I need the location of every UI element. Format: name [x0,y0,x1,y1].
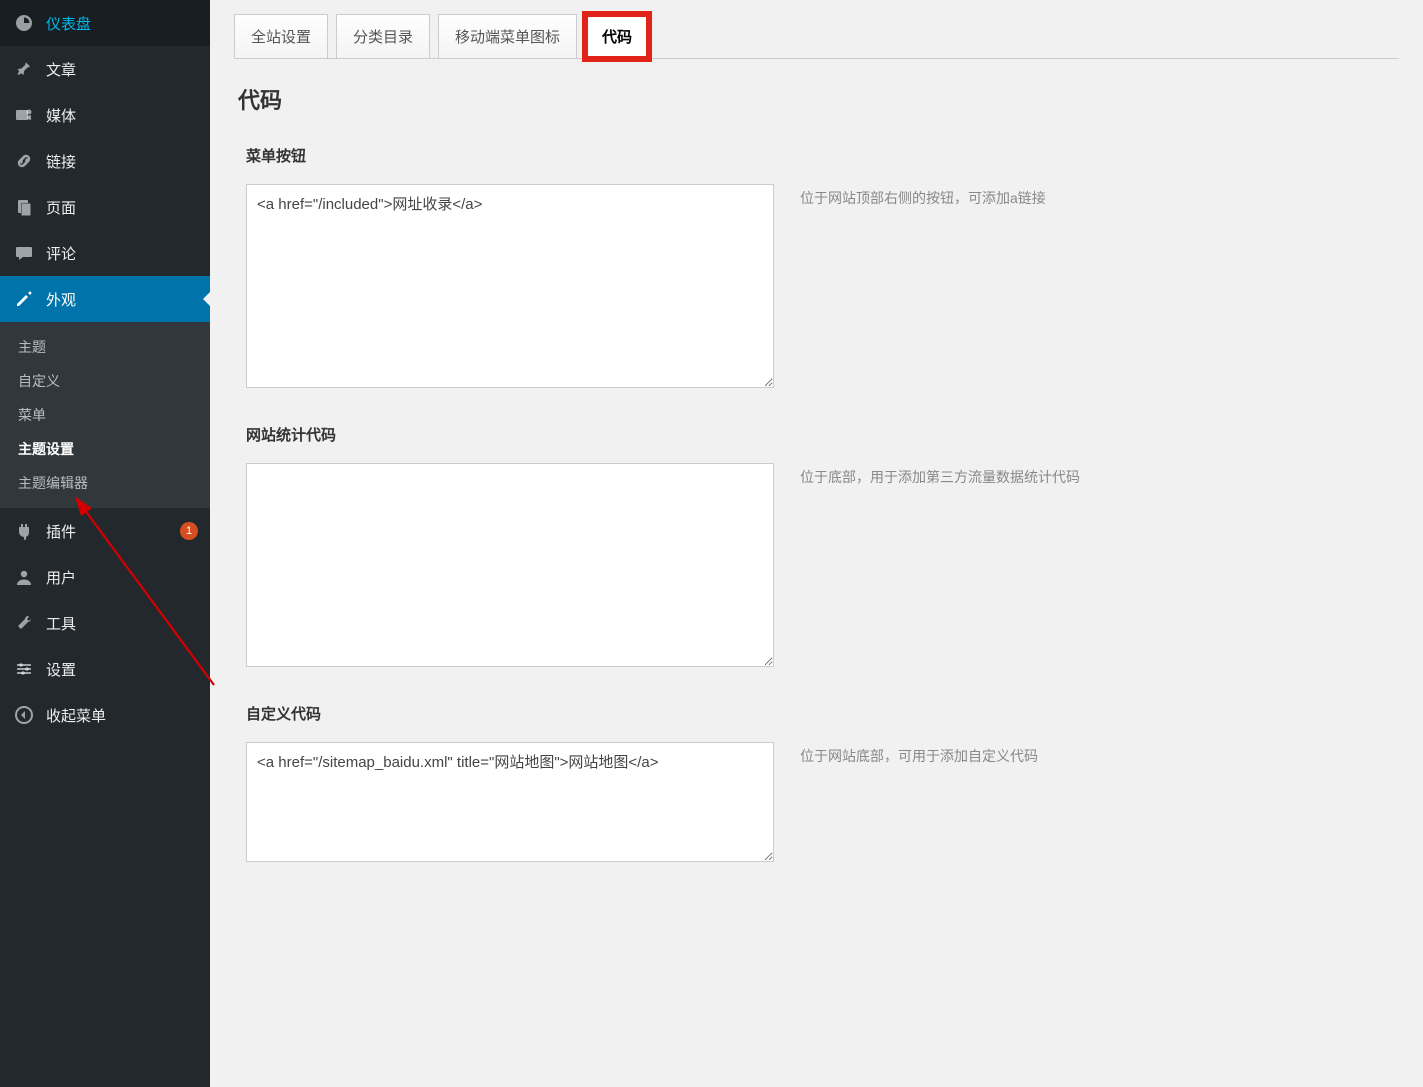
field-stats-code: 网站统计代码 位于底部，用于添加第三方流量数据统计代码 [246,424,1399,667]
sidebar-item-label: 收起菜单 [46,705,198,726]
submenu-item-theme-editor[interactable]: 主题编辑器 [0,466,210,500]
sidebar-item-settings[interactable]: 设置 [0,646,210,692]
sidebar-item-appearance[interactable]: 外观 [0,276,210,322]
page-title: 代码 [238,83,1399,115]
main-content: 全站设置 分类目录 移动端菜单图标 代码 代码 菜单按钮 位于网站顶部右侧的按钮… [210,0,1423,1087]
sidebar-item-plugins[interactable]: 插件 1 [0,508,210,554]
sidebar-item-label: 设置 [46,659,198,680]
sidebar-item-label: 评论 [46,243,198,264]
pin-icon [12,57,36,81]
media-icon [12,103,36,127]
submenu-item-theme-settings[interactable]: 主题设置 [0,432,210,466]
sidebar-item-label: 外观 [46,289,198,310]
tab-mobile-menu-icons[interactable]: 移动端菜单图标 [438,14,577,59]
field-help: 位于网站底部，可用于添加自定义代码 [800,742,1399,766]
sidebar-item-label: 文章 [46,59,198,80]
sidebar-item-label: 插件 [46,521,174,542]
field-menu-button: 菜单按钮 位于网站顶部右侧的按钮，可添加a链接 [246,145,1399,388]
sidebar-item-pages[interactable]: 页面 [0,184,210,230]
sidebar-item-label: 用户 [46,567,198,588]
dashboard-icon [12,11,36,35]
sidebar-item-label: 媒体 [46,105,198,126]
tools-icon [12,611,36,635]
submenu-item-customize[interactable]: 自定义 [0,364,210,398]
menu-button-textarea[interactable] [246,184,774,388]
comments-icon [12,241,36,265]
field-help: 位于底部，用于添加第三方流量数据统计代码 [800,463,1399,487]
sidebar-item-tools[interactable]: 工具 [0,600,210,646]
sidebar-item-collapse[interactable]: 收起菜单 [0,692,210,738]
field-help: 位于网站顶部右侧的按钮，可添加a链接 [800,184,1399,208]
field-label: 菜单按钮 [246,145,1399,166]
sidebar-item-label: 仪表盘 [46,13,198,34]
sidebar-item-users[interactable]: 用户 [0,554,210,600]
sidebar-item-dashboard[interactable]: 仪表盘 [0,0,210,46]
sidebar-item-label: 链接 [46,151,198,172]
appearance-icon [12,287,36,311]
sidebar-item-comments[interactable]: 评论 [0,230,210,276]
submenu-item-menus[interactable]: 菜单 [0,398,210,432]
collapse-icon [12,703,36,727]
tab-categories[interactable]: 分类目录 [336,14,430,59]
users-icon [12,565,36,589]
submenu-item-themes[interactable]: 主题 [0,330,210,364]
field-label: 自定义代码 [246,703,1399,724]
field-custom-code: 自定义代码 位于网站底部，可用于添加自定义代码 [246,703,1399,862]
link-icon [12,149,36,173]
settings-tab-bar: 全站设置 分类目录 移动端菜单图标 代码 [234,14,1399,59]
plugins-icon [12,519,36,543]
tab-code[interactable]: 代码 [585,14,649,59]
admin-sidebar: 仪表盘 文章 媒体 链接 页面 评论 外观 [0,0,210,1087]
sidebar-item-label: 页面 [46,197,198,218]
sidebar-submenu-appearance: 主题 自定义 菜单 主题设置 主题编辑器 [0,322,210,508]
field-label: 网站统计代码 [246,424,1399,445]
pages-icon [12,195,36,219]
settings-icon [12,657,36,681]
sidebar-item-posts[interactable]: 文章 [0,46,210,92]
sidebar-item-media[interactable]: 媒体 [0,92,210,138]
sidebar-item-links[interactable]: 链接 [0,138,210,184]
plugins-update-badge: 1 [180,522,198,540]
sidebar-item-label: 工具 [46,613,198,634]
tab-global-settings[interactable]: 全站设置 [234,14,328,59]
stats-code-textarea[interactable] [246,463,774,667]
custom-code-textarea[interactable] [246,742,774,862]
